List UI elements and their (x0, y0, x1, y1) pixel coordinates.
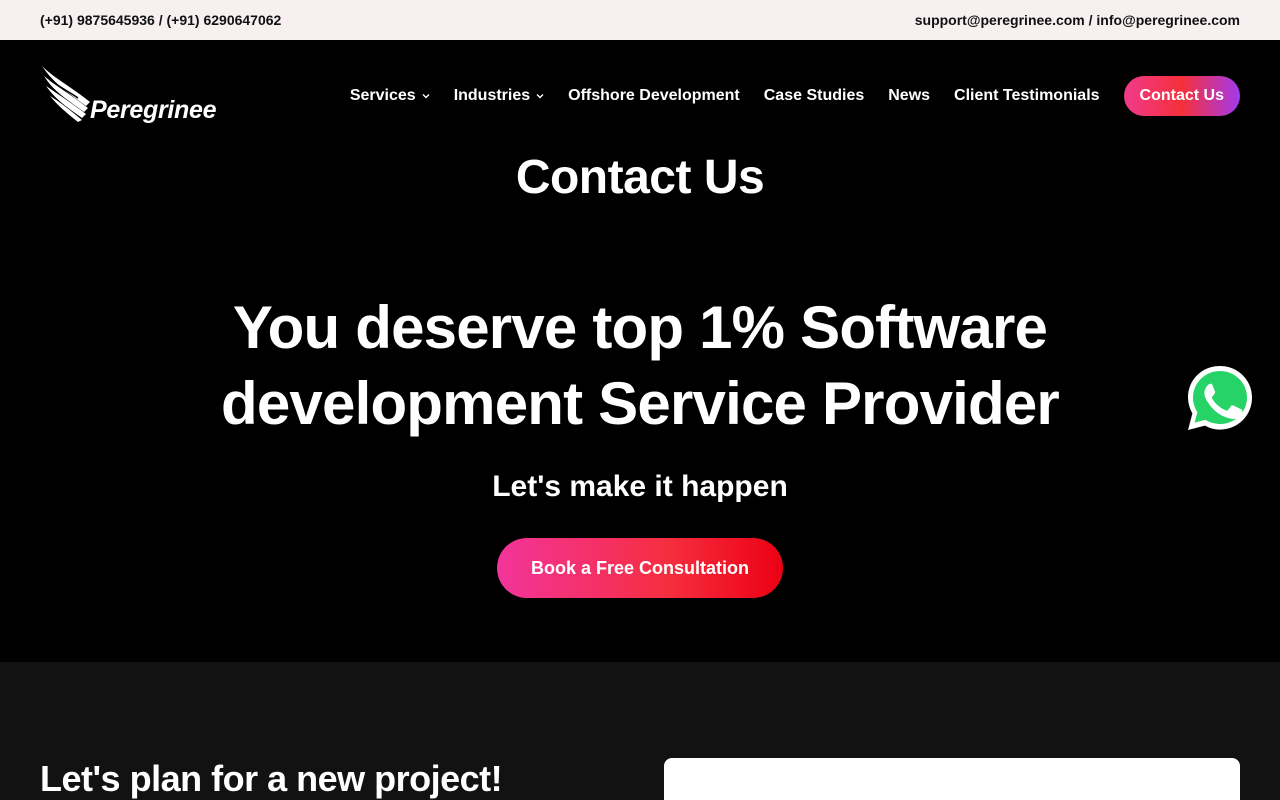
hero-heading-line-2: development Service Provider (221, 370, 1060, 437)
nav-item-label: Industries (453, 87, 531, 104)
nav-item-label: Client Testimonials (954, 87, 1100, 104)
page-title: Contact Us (515, 151, 765, 204)
phone-numbers[interactable]: (+91) 9875645936 / (+91) 6290647062 (40, 12, 281, 28)
section-heading: Let's plan for a new project! (40, 758, 503, 799)
book-consultation-button[interactable]: Book a Free Consultation (497, 538, 783, 598)
brand-name: Peregrinee (90, 96, 217, 124)
whatsapp-icon (1188, 366, 1252, 430)
main-navigation: Services Industries Offshore Development… (350, 76, 1240, 116)
hero-heading-line-1: You deserve top 1% Software (232, 294, 1048, 361)
email-addresses[interactable]: support@peregrinee.com / info@peregrinee… (915, 12, 1240, 28)
nav-item-label: Offshore Development (568, 87, 740, 104)
contact-form-card (664, 758, 1240, 800)
nav-item-label: News (888, 87, 931, 104)
nav-item-label: Case Studies (763, 87, 865, 104)
project-planning-section: Let's plan for a new project! (0, 662, 1280, 800)
nav-item-services[interactable]: Services (350, 87, 430, 105)
nav-item-industries[interactable]: Industries (454, 87, 544, 105)
nav-item-offshore-development[interactable]: Offshore Development (568, 87, 740, 105)
hero-subheading: Let's make it happen (492, 470, 788, 503)
nav-item-case-studies[interactable]: Case Studies (764, 87, 864, 105)
site-header: Peregrinee Services Industries Offshore … (0, 40, 1280, 152)
wings-logo-icon (42, 66, 90, 122)
chevron-down-icon (536, 94, 544, 99)
chevron-down-icon (422, 94, 430, 99)
nav-item-label: Services (349, 87, 416, 104)
top-contact-bar: (+91) 9875645936 / (+91) 6290647062 supp… (0, 0, 1280, 40)
nav-item-news[interactable]: News (888, 87, 930, 105)
nav-item-client-testimonials[interactable]: Client Testimonials (954, 87, 1100, 105)
brand-logo[interactable]: Peregrinee (40, 64, 217, 130)
contact-us-button[interactable]: Contact Us (1123, 76, 1240, 116)
whatsapp-chat-button[interactable] (1184, 362, 1256, 434)
hero-heading: You deserve top 1% Software development … (190, 290, 1090, 442)
